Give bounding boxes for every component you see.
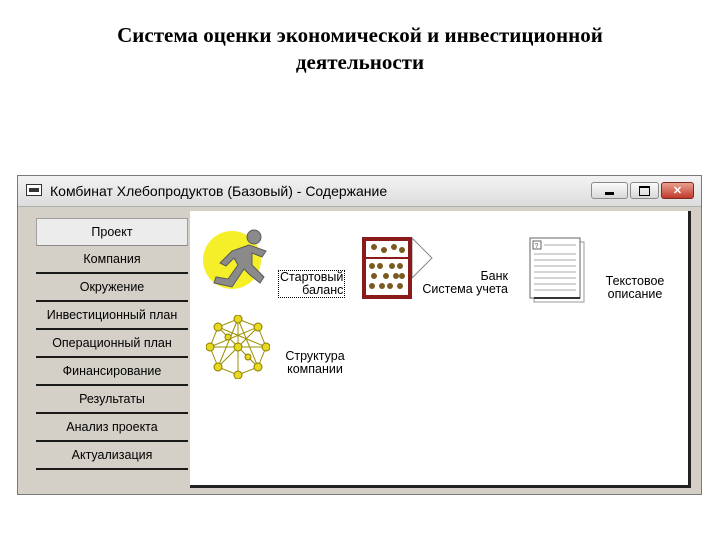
nav-panel: Проект Компания Окружение Инвестиционный… — [36, 218, 188, 470]
slide-title: Система оценки экономической и инвестици… — [60, 22, 660, 76]
window-title: Комбинат Хлебопродуктов (Базовый) - Соде… — [50, 183, 388, 199]
minimize-button[interactable] — [591, 182, 628, 199]
app-window: Комбинат Хлебопродуктов (Базовый) - Соде… — [17, 175, 702, 495]
nav-item-company[interactable]: Компания — [36, 246, 188, 274]
slide-title-line1: Система оценки экономической и инвестици… — [117, 23, 603, 47]
text-description-label[interactable]: Текстовое описание — [600, 275, 670, 301]
company-structure-label[interactable]: Структура компании — [282, 350, 348, 376]
content-area: Стартовый баланс Банк Система учета ? Те… — [190, 211, 691, 488]
window-content: Проект Компания Окружение Инвестиционный… — [18, 207, 701, 494]
nav-item-project-analysis[interactable]: Анализ проекта — [36, 414, 188, 442]
svg-text:?: ? — [535, 243, 539, 250]
company-structure-item[interactable] — [205, 314, 271, 384]
network-icon — [205, 314, 271, 380]
start-balance-label-line2: баланс — [302, 283, 344, 297]
close-button[interactable]: ✕ — [661, 182, 694, 199]
nav-item-environment[interactable]: Окружение — [36, 274, 188, 302]
minimize-icon — [605, 192, 614, 195]
nav-item-financing[interactable]: Финансирование — [36, 358, 188, 386]
document-icon: ? — [529, 237, 585, 303]
maximize-icon — [639, 185, 650, 196]
text-description-label-line2: описание — [607, 287, 663, 301]
nav-item-project[interactable]: Проект — [36, 218, 188, 246]
close-icon: ✕ — [672, 185, 683, 197]
window-system-icon[interactable] — [26, 184, 42, 196]
company-structure-label-line2: компании — [287, 362, 343, 376]
nav-item-results[interactable]: Результаты — [36, 386, 188, 414]
maximize-button[interactable] — [630, 182, 659, 199]
runner-icon — [203, 229, 267, 289]
nav-item-actualization[interactable]: Актуализация — [36, 442, 188, 470]
nav-item-investment-plan[interactable]: Инвестиционный план — [36, 302, 188, 330]
window-titlebar[interactable]: Комбинат Хлебопродуктов (Базовый) - Соде… — [18, 176, 701, 207]
slide-title-line2: деятельности — [295, 50, 425, 74]
start-balance-label[interactable]: Стартовый баланс — [278, 270, 346, 298]
nav-item-operational-plan[interactable]: Операционный план — [36, 330, 188, 358]
accounting-bank-label-line2: Система учета — [422, 282, 508, 296]
text-description-item[interactable]: ? — [528, 236, 586, 309]
start-balance-item[interactable] — [202, 227, 274, 300]
accounting-bank-label[interactable]: Банк Система учета — [420, 270, 508, 296]
